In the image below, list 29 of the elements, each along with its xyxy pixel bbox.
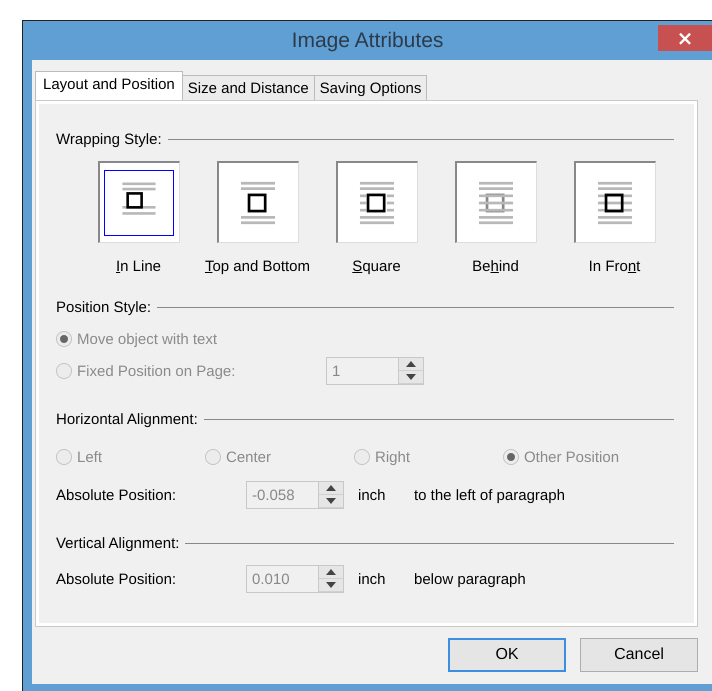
- window-title: Image Attributes: [292, 28, 444, 52]
- wrap-style-label: Square: [352, 258, 401, 275]
- section-title: Position Style:: [56, 298, 152, 316]
- spin-buttons[interactable]: [318, 481, 344, 509]
- dialog-button[interactable]: OK: [448, 638, 566, 672]
- wrap-style-label: In Line: [116, 258, 162, 275]
- field-suffix: below paragraph: [414, 570, 526, 588]
- wrap-style-label: In Front: [588, 258, 640, 275]
- section-title: Horizontal Alignment:: [56, 410, 198, 428]
- section-title: Wrapping Style:: [56, 130, 162, 148]
- wrap-style-button[interactable]: [98, 161, 180, 243]
- spin-buttons[interactable]: [318, 565, 344, 593]
- wrap-style-label: Behind: [472, 258, 519, 275]
- tab[interactable]: Size and Distance: [182, 75, 315, 100]
- unit-label: inch: [358, 486, 387, 504]
- section-title: Vertical Alignment:: [56, 534, 180, 552]
- tab[interactable]: Layout and Position: [35, 71, 183, 100]
- field-label: Absolute Position:: [56, 570, 178, 588]
- dialog-button[interactable]: Cancel: [580, 638, 698, 672]
- wrap-style-button[interactable]: [216, 161, 298, 243]
- tab[interactable]: Saving Options: [314, 75, 428, 100]
- unit-label: inch: [358, 570, 387, 588]
- field-suffix: to the left of paragraph: [414, 486, 565, 504]
- wrap-style-button[interactable]: [336, 161, 418, 243]
- wrap-style-label: Top and Bottom: [204, 258, 310, 275]
- field-label: Absolute Position:: [56, 486, 178, 504]
- spin-buttons[interactable]: [398, 357, 424, 385]
- close-button[interactable]: ×: [658, 25, 712, 51]
- wrap-style-button[interactable]: [574, 161, 656, 243]
